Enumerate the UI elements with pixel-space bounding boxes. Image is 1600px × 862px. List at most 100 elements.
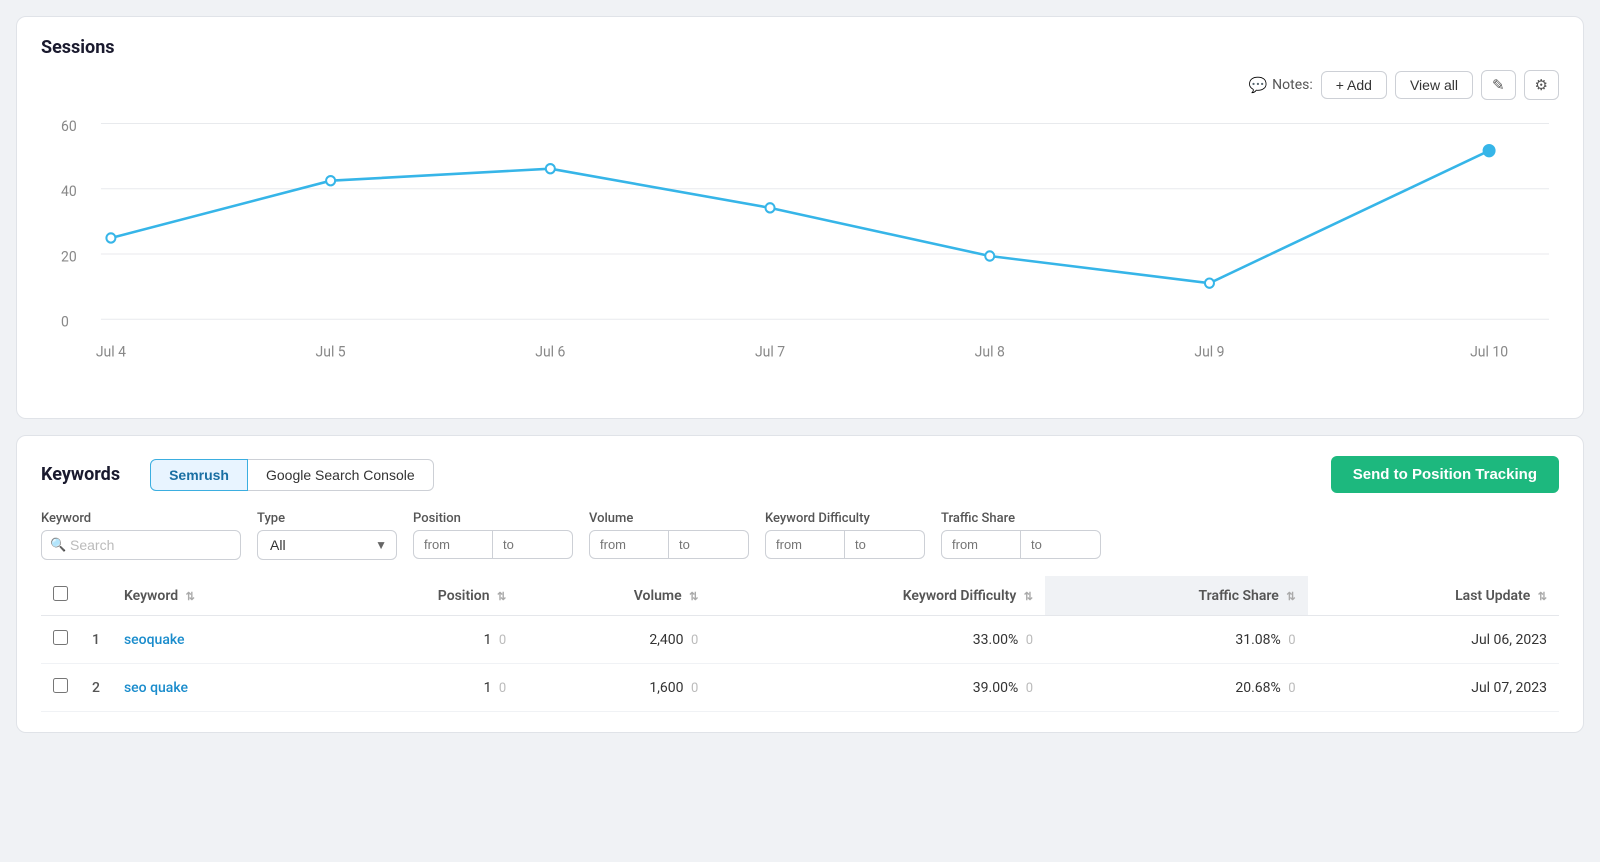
row2-checkbox[interactable] [53,678,68,693]
row2-last-update: Jul 07, 2023 [1471,680,1547,696]
row1-position-cell: 1 0 [318,616,519,664]
notes-text: Notes: [1272,77,1313,93]
row2-volume-cell: 1,600 0 [518,664,710,712]
row1-volume-delta: 0 [691,633,698,648]
type-filter-label: Type [257,511,397,526]
traffic-share-range-inputs [941,530,1101,559]
kd-from-input[interactable] [765,530,845,559]
table-row: 1 seoquake 1 0 2,400 0 33.00% 0 [41,616,1559,664]
position-to-input[interactable] [493,530,573,559]
settings-button[interactable]: ⚙ [1524,70,1559,100]
keyword-search-input[interactable] [41,530,241,560]
num-col-header [80,576,112,616]
type-filter-group: Type All Branded Non-branded ▼ [257,511,397,560]
y-label-40: 40 [61,184,77,200]
send-to-position-tracking-button[interactable]: Send to Position Tracking [1331,456,1559,493]
row1-kd-cell: 33.00% 0 [710,616,1045,664]
row1-last-update: Jul 06, 2023 [1471,632,1547,648]
x-label-jul7: Jul 7 [755,344,785,360]
row1-kd: 33.00% [973,632,1018,648]
chart-toolbar: 💬 Notes: + Add View all ✎ ⚙ [41,70,1559,100]
row2-position-cell: 1 0 [318,664,519,712]
row2-last-update-cell: Jul 07, 2023 [1308,664,1559,712]
row1-traffic-share-cell: 31.08% 0 [1045,616,1308,664]
chart-point-jul6 [546,164,555,173]
row1-position-delta: 0 [499,633,506,648]
row2-position: 1 [484,680,492,696]
traffic-share-col-label: Traffic Share [1199,588,1279,604]
keywords-table-body: 1 seoquake 1 0 2,400 0 33.00% 0 [41,616,1559,712]
keywords-header-left: Keywords Semrush Google Search Console [41,459,434,491]
edit-notes-button[interactable]: ✎ [1481,70,1516,100]
keyword-search-wrap: 🔍 [41,530,241,560]
tab-semrush[interactable]: Semrush [150,459,248,491]
sessions-chart: 60 40 20 0 Jul 4 Jul 5 Jul 6 Jul 7 Jul 8… [41,108,1559,398]
keywords-title: Keywords [41,464,120,485]
type-select-wrap: All Branded Non-branded ▼ [257,530,397,560]
row2-checkbox-cell [41,664,80,712]
row1-checkbox[interactable] [53,630,68,645]
row2-keyword-link[interactable]: seo quake [124,680,188,696]
traffic-share-filter-label: Traffic Share [941,511,1101,526]
keywords-table: Keyword ⇅ Position ⇅ Volume ⇅ Keyword Di… [41,576,1559,712]
x-label-jul4: Jul 4 [96,344,126,360]
traffic-share-col-header[interactable]: Traffic Share ⇅ [1045,576,1308,616]
position-sort-icon: ⇅ [497,590,506,603]
row2-position-delta: 0 [499,681,506,696]
add-note-button[interactable]: + Add [1321,71,1387,99]
keyword-source-tabs: Semrush Google Search Console [150,459,434,491]
chart-point-jul10 [1484,145,1495,156]
last-update-col-header[interactable]: Last Update ⇅ [1308,576,1559,616]
notes-icon: 💬 [1248,76,1267,94]
x-label-jul8: Jul 8 [975,344,1005,360]
position-from-input[interactable] [413,530,493,559]
chart-point-jul4 [106,233,115,242]
row2-kd: 39.00% [973,680,1018,696]
row1-ts-delta: 0 [1288,633,1295,648]
kd-sort-icon: ⇅ [1024,590,1033,603]
y-label-0: 0 [61,314,69,330]
row1-keyword-cell: seoquake [112,616,318,664]
row1-last-update-cell: Jul 06, 2023 [1308,616,1559,664]
kd-range-inputs [765,530,925,559]
select-all-checkbox[interactable] [53,586,68,601]
volume-col-header[interactable]: Volume ⇅ [518,576,710,616]
tab-google-search-console[interactable]: Google Search Console [247,459,434,491]
chart-svg: 60 40 20 0 Jul 4 Jul 5 Jul 6 Jul 7 Jul 8… [41,108,1559,398]
x-label-jul9: Jul 9 [1194,344,1224,360]
position-col-header[interactable]: Position ⇅ [318,576,519,616]
chart-line [111,151,1489,283]
volume-filter-label: Volume [589,511,749,526]
row1-keyword-link[interactable]: seoquake [124,632,185,648]
x-label-jul5: Jul 5 [316,344,346,360]
position-range-inputs [413,530,573,559]
keywords-header: Keywords Semrush Google Search Console S… [41,456,1559,493]
traffic-share-from-input[interactable] [941,530,1021,559]
y-label-60: 60 [61,119,77,135]
view-all-button[interactable]: View all [1395,71,1473,99]
row2-volume: 1,600 [649,680,683,696]
kd-to-input[interactable] [845,530,925,559]
notes-label: 💬 Notes: [1248,76,1312,94]
volume-from-input[interactable] [589,530,669,559]
row1-position: 1 [484,632,492,648]
traffic-share-to-input[interactable] [1021,530,1101,559]
type-select[interactable]: All Branded Non-branded [257,530,397,560]
position-filter-group: Position [413,511,573,559]
kd-filter-label: Keyword Difficulty [765,511,925,526]
row2-num: 2 [80,664,112,712]
volume-to-input[interactable] [669,530,749,559]
keyword-col-header[interactable]: Keyword ⇅ [112,576,318,616]
keyword-sort-icon: ⇅ [186,590,195,603]
position-filter-label: Position [413,511,573,526]
sessions-title: Sessions [41,37,1559,58]
chart-point-jul9 [1205,278,1214,287]
last-update-sort-icon: ⇅ [1538,590,1547,603]
row1-checkbox-cell [41,616,80,664]
keyword-filter-label: Keyword [41,511,241,526]
kd-col-header[interactable]: Keyword Difficulty ⇅ [710,576,1045,616]
last-update-col-label: Last Update [1455,588,1530,604]
volume-col-label: Volume [634,588,682,604]
chart-point-jul8 [985,251,994,260]
kd-col-label: Keyword Difficulty [903,588,1017,604]
